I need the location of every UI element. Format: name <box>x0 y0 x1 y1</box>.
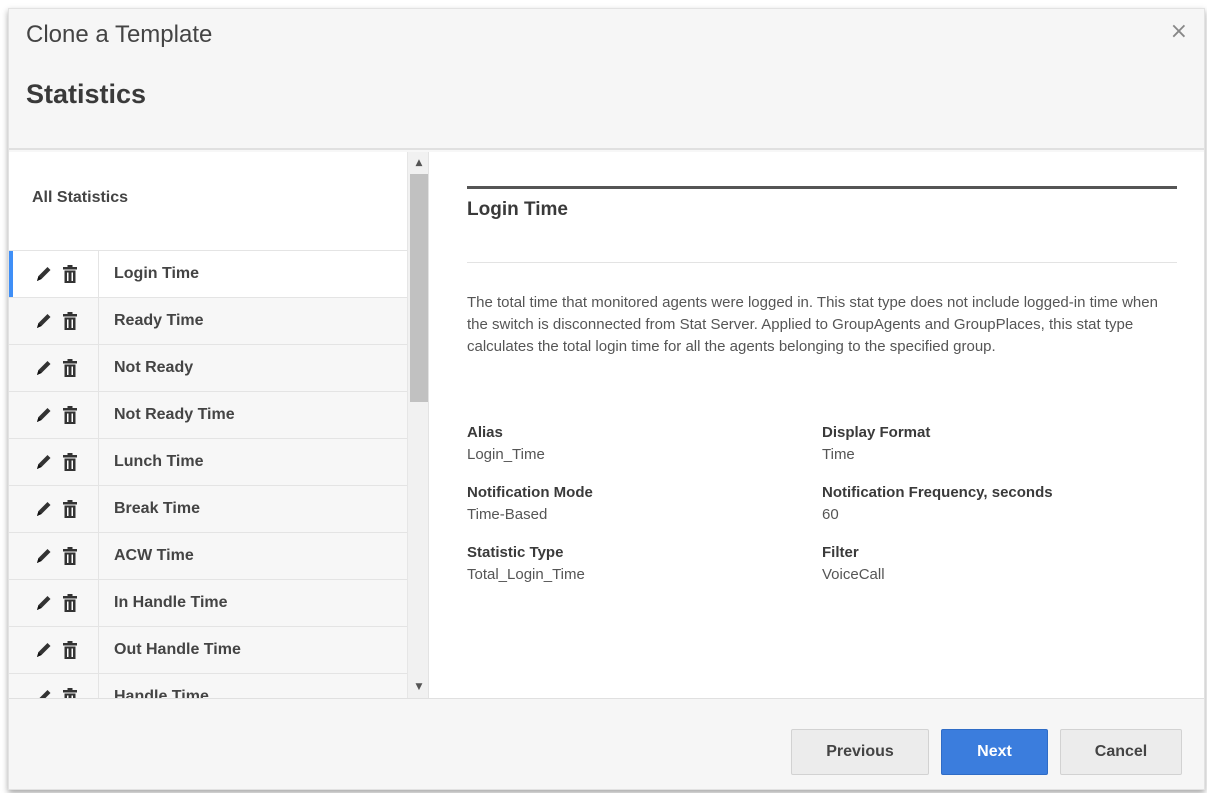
trash-icon[interactable] <box>62 499 80 519</box>
list-item[interactable]: Handle Time <box>9 673 407 698</box>
trash-icon[interactable] <box>62 452 80 472</box>
list-item-label: Out Handle Time <box>114 641 241 658</box>
row-actions <box>9 298 99 344</box>
close-icon[interactable]: × <box>1170 19 1188 44</box>
detail-description: The total time that monitored agents wer… <box>467 294 1158 355</box>
row-actions <box>9 533 99 579</box>
pencil-icon[interactable] <box>35 452 53 472</box>
field-notification-mode: Notification Mode Time-Based <box>467 482 593 526</box>
pencil-icon[interactable] <box>35 546 53 566</box>
trash-icon[interactable] <box>62 264 80 284</box>
row-actions <box>9 627 99 673</box>
detail-top-divider <box>467 186 1177 189</box>
list-item-label: Ready Time <box>114 312 204 329</box>
step-title: Statistics <box>26 79 147 109</box>
detail-title: Login Time <box>467 199 568 220</box>
list-item[interactable]: Login Time <box>9 250 407 297</box>
field-label: Statistic Type <box>467 544 564 561</box>
dialog-body: All Statistics Login Time Ready Time Not R… <box>9 152 1204 698</box>
field-value: Login_Time <box>467 446 545 463</box>
list-item-label: Lunch Time <box>114 453 204 470</box>
list-item[interactable]: Not Ready <box>9 344 407 391</box>
field-value: Total_Login_Time <box>467 566 585 583</box>
dialog-header: Clone a Template Statistics × <box>9 9 1204 150</box>
list-item[interactable]: Lunch Time <box>9 438 407 485</box>
scrollbar-thumb[interactable] <box>410 174 428 402</box>
row-actions <box>9 674 99 698</box>
trash-icon[interactable] <box>62 311 80 331</box>
list-item[interactable]: ACW Time <box>9 532 407 579</box>
pencil-icon[interactable] <box>35 405 53 425</box>
field-label: Display Format <box>822 424 931 441</box>
next-button[interactable]: Next <box>941 729 1048 775</box>
scroll-down-arrow-icon[interactable]: ▼ <box>408 678 428 696</box>
list-item-label: Break Time <box>114 500 200 517</box>
list-item-label: Not Ready <box>114 359 194 376</box>
row-actions <box>9 392 99 438</box>
field-label: Alias <box>467 424 503 441</box>
list-item-label: In Handle Time <box>114 594 228 611</box>
statistic-detail-pane: Login Time The total time that monitored… <box>429 152 1204 698</box>
detail-divider <box>467 262 1177 263</box>
row-actions <box>9 580 99 626</box>
pencil-icon[interactable] <box>35 311 53 331</box>
row-actions <box>9 439 99 485</box>
trash-icon[interactable] <box>62 687 80 698</box>
pencil-icon[interactable] <box>35 499 53 519</box>
list-item[interactable]: Break Time <box>9 485 407 532</box>
field-value: Time <box>822 446 855 463</box>
pencil-icon[interactable] <box>35 593 53 613</box>
field-display-format: Display Format Time <box>822 422 930 466</box>
trash-icon[interactable] <box>62 405 80 425</box>
field-statistic-type: Statistic Type Total_Login_Time <box>467 542 585 586</box>
list-item[interactable]: Out Handle Time <box>9 626 407 673</box>
list-item[interactable]: Not Ready Time <box>9 391 407 438</box>
pencil-icon[interactable] <box>35 640 53 660</box>
cancel-button[interactable]: Cancel <box>1060 729 1182 775</box>
field-notification-frequency: Notification Frequency, seconds 60 <box>822 482 1053 526</box>
pencil-icon[interactable] <box>35 687 53 698</box>
list-item[interactable]: In Handle Time <box>9 579 407 626</box>
field-filter: Filter VoiceCall <box>822 542 885 586</box>
pencil-icon[interactable] <box>35 264 53 284</box>
field-alias: Alias Login_Time <box>467 422 545 466</box>
scroll-up-arrow-icon[interactable]: ▲ <box>408 154 428 172</box>
dialog-footer: Previous Next Cancel <box>9 698 1204 789</box>
field-value: Time-Based <box>467 506 548 523</box>
trash-icon[interactable] <box>62 546 80 566</box>
list-item-label: ACW Time <box>114 547 194 564</box>
field-label: Notification Mode <box>467 484 593 501</box>
field-value: VoiceCall <box>822 566 885 583</box>
row-actions <box>9 251 99 297</box>
list-item[interactable]: Ready Time <box>9 297 407 344</box>
field-label: Notification Frequency, seconds <box>822 484 1053 501</box>
previous-button[interactable]: Previous <box>791 729 929 775</box>
list-item-label: Not Ready Time <box>114 406 235 423</box>
trash-icon[interactable] <box>62 358 80 378</box>
trash-icon[interactable] <box>62 640 80 660</box>
pencil-icon[interactable] <box>35 358 53 378</box>
field-value: 60 <box>822 506 839 523</box>
list-item-label: Handle Time <box>114 688 209 698</box>
dialog-title: Clone a Template <box>26 21 213 48</box>
row-actions <box>9 486 99 532</box>
field-label: Filter <box>822 544 859 561</box>
row-actions <box>9 345 99 391</box>
trash-icon[interactable] <box>62 593 80 613</box>
clone-template-dialog: Clone a Template Statistics × All Statis… <box>8 8 1205 790</box>
list-scrollbar[interactable]: ▲ ▼ <box>407 152 428 698</box>
statistics-list-pane: All Statistics Login Time Ready Time Not R… <box>9 152 429 698</box>
list-item-label: Login Time <box>114 265 200 282</box>
list-heading: All Statistics <box>32 189 129 206</box>
statistics-list: Login Time Ready Time Not Ready Not Ready T… <box>9 250 407 698</box>
